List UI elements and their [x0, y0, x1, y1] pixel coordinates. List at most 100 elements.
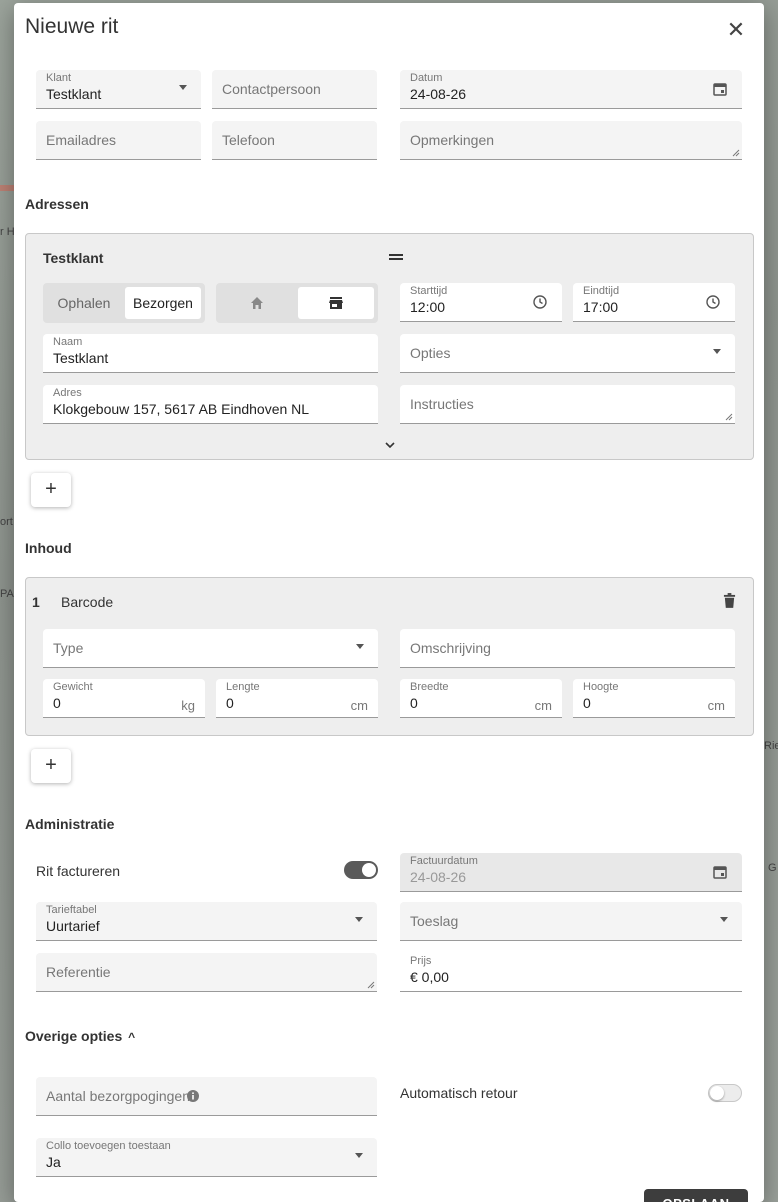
breedte-value: 0: [410, 695, 418, 711]
naam-input[interactable]: Naam Testklant: [43, 334, 378, 373]
add-content-button[interactable]: +: [31, 749, 71, 783]
klant-value: Testklant: [46, 86, 102, 102]
address-card: Testklant Ophalen Bezorgen Starttijd 12:…: [25, 233, 754, 460]
info-icon[interactable]: [187, 1090, 199, 1102]
type-select[interactable]: Type: [43, 629, 378, 668]
rit-factureren-toggle[interactable]: [344, 861, 378, 879]
contactpersoon-placeholder: Contactpersoon: [222, 81, 321, 97]
aantal-bezorgpogingen-input[interactable]: Aantal bezorgpogingen: [36, 1077, 377, 1116]
rit-factureren-label: Rit factureren: [36, 863, 121, 879]
emailadres-placeholder: Emailadres: [46, 132, 117, 148]
klant-label: Klant: [46, 72, 72, 84]
adressen-title: Adressen: [25, 196, 89, 212]
breedte-input[interactable]: Breedte 0 cm: [400, 679, 562, 718]
referentie-textarea[interactable]: Referentie: [36, 953, 377, 992]
map-label: Rie: [764, 740, 778, 752]
adres-value: Klokgebouw 157, 5617 AB Eindhoven NL: [53, 401, 310, 417]
chevron-down-icon: [713, 349, 721, 354]
toggle-knob: [710, 1086, 724, 1100]
hoogte-label: Hoogte: [583, 681, 619, 693]
tarieftabel-label: Tarieftabel: [46, 904, 97, 916]
add-address-button[interactable]: +: [31, 473, 71, 507]
emailadres-input[interactable]: Emailadres: [36, 121, 201, 160]
gewicht-label: Gewicht: [53, 681, 93, 693]
clock-icon[interactable]: [705, 294, 721, 310]
chevron-down-icon[interactable]: [385, 442, 395, 448]
breedte-label: Breedte: [410, 681, 449, 693]
resize-handle-icon[interactable]: [367, 981, 375, 989]
item-index: 1: [32, 594, 40, 610]
omschrijving-placeholder: Omschrijving: [410, 640, 491, 656]
instructies-textarea[interactable]: Instructies: [400, 385, 735, 424]
prijs-label: Prijs: [410, 955, 432, 967]
lengte-input[interactable]: Lengte 0 cm: [216, 679, 378, 718]
opties-select[interactable]: Opties: [400, 334, 735, 373]
home-icon: [251, 297, 263, 309]
prijs-input[interactable]: Prijs € 0,00: [400, 953, 742, 992]
prijs-value: € 0,00: [410, 969, 449, 985]
factuurdatum-value: 24-08-26: [410, 869, 467, 885]
referentie-placeholder: Referentie: [46, 964, 111, 980]
collo-toevoegen-select[interactable]: Collo toevoegen toestaan Ja: [36, 1138, 377, 1177]
resize-handle-icon[interactable]: [732, 149, 740, 157]
type-toggle-group: Ophalen Bezorgen: [43, 283, 205, 323]
gewicht-unit: kg: [181, 698, 195, 713]
ophalen-option[interactable]: Ophalen: [47, 287, 121, 319]
contactpersoon-input[interactable]: Contactpersoon: [212, 70, 377, 109]
store-icon: [329, 297, 343, 309]
trash-icon[interactable]: [723, 593, 736, 608]
chevron-down-icon: [355, 917, 363, 922]
map-label: G: [768, 862, 777, 874]
map-label: PA: [0, 588, 14, 600]
chevron-down-icon: [355, 1153, 363, 1158]
home-option[interactable]: [220, 287, 294, 319]
naam-value: Testklant: [53, 350, 109, 366]
bezorgen-option[interactable]: Bezorgen: [125, 287, 201, 319]
eindtijd-label: Eindtijd: [583, 285, 620, 297]
opmerkingen-textarea[interactable]: Opmerkingen: [400, 121, 742, 160]
omschrijving-input[interactable]: Omschrijving: [400, 629, 735, 668]
overige-opties-toggle[interactable]: Overige opties ^: [25, 1028, 135, 1044]
factuurdatum-input[interactable]: Factuurdatum 24-08-26: [400, 853, 742, 892]
starttijd-value: 12:00: [410, 299, 446, 315]
calendar-icon[interactable]: [712, 81, 728, 97]
opties-placeholder: Opties: [410, 345, 451, 361]
automatisch-retour-toggle[interactable]: [708, 1084, 742, 1102]
type-placeholder: Type: [53, 640, 84, 656]
new-trip-dialog: Nieuwe rit ✕ Klant Testklant Contactpers…: [14, 3, 764, 1202]
clock-icon[interactable]: [532, 294, 548, 310]
save-button[interactable]: OPSLAAN: [644, 1189, 748, 1202]
naam-label: Naam: [53, 336, 83, 348]
lengte-label: Lengte: [226, 681, 260, 693]
inhoud-title: Inhoud: [25, 540, 72, 556]
hoogte-value: 0: [583, 695, 591, 711]
tarieftabel-select[interactable]: Tarieftabel Uurtarief: [36, 902, 377, 941]
adres-label: Adres: [53, 387, 82, 399]
chevron-down-icon: [720, 917, 728, 922]
opmerkingen-placeholder: Opmerkingen: [410, 132, 495, 148]
klant-select[interactable]: Klant Testklant: [36, 70, 201, 109]
datum-input[interactable]: Datum 24-08-26: [400, 70, 742, 109]
chevron-up-icon: ^: [128, 1030, 136, 1044]
toeslag-select[interactable]: Toeslag: [400, 902, 742, 941]
drag-handle-icon[interactable]: [388, 253, 404, 261]
close-icon[interactable]: ✕: [726, 19, 746, 41]
calendar-icon[interactable]: [712, 864, 728, 880]
toeslag-placeholder: Toeslag: [410, 913, 459, 929]
hoogte-input[interactable]: Hoogte 0 cm: [573, 679, 735, 718]
telefoon-placeholder: Telefoon: [222, 132, 275, 148]
aantal-bezorgpogingen-placeholder: Aantal bezorgpogingen: [46, 1088, 191, 1104]
datum-value: 24-08-26: [410, 86, 467, 102]
datum-label: Datum: [410, 72, 443, 84]
eindtijd-input[interactable]: Eindtijd 17:00: [573, 283, 735, 322]
telefoon-input[interactable]: Telefoon: [212, 121, 377, 160]
starttijd-label: Starttijd: [410, 285, 448, 297]
resize-handle-icon[interactable]: [725, 413, 733, 421]
starttijd-input[interactable]: Starttijd 12:00: [400, 283, 562, 322]
location-toggle-group: [216, 283, 378, 323]
barcode-label: Barcode: [61, 594, 114, 610]
store-option[interactable]: [298, 287, 374, 319]
gewicht-input[interactable]: Gewicht 0 kg: [43, 679, 205, 718]
adres-input[interactable]: Adres Klokgebouw 157, 5617 AB Eindhoven …: [43, 385, 378, 424]
collo-toevoegen-value: Ja: [46, 1154, 61, 1170]
